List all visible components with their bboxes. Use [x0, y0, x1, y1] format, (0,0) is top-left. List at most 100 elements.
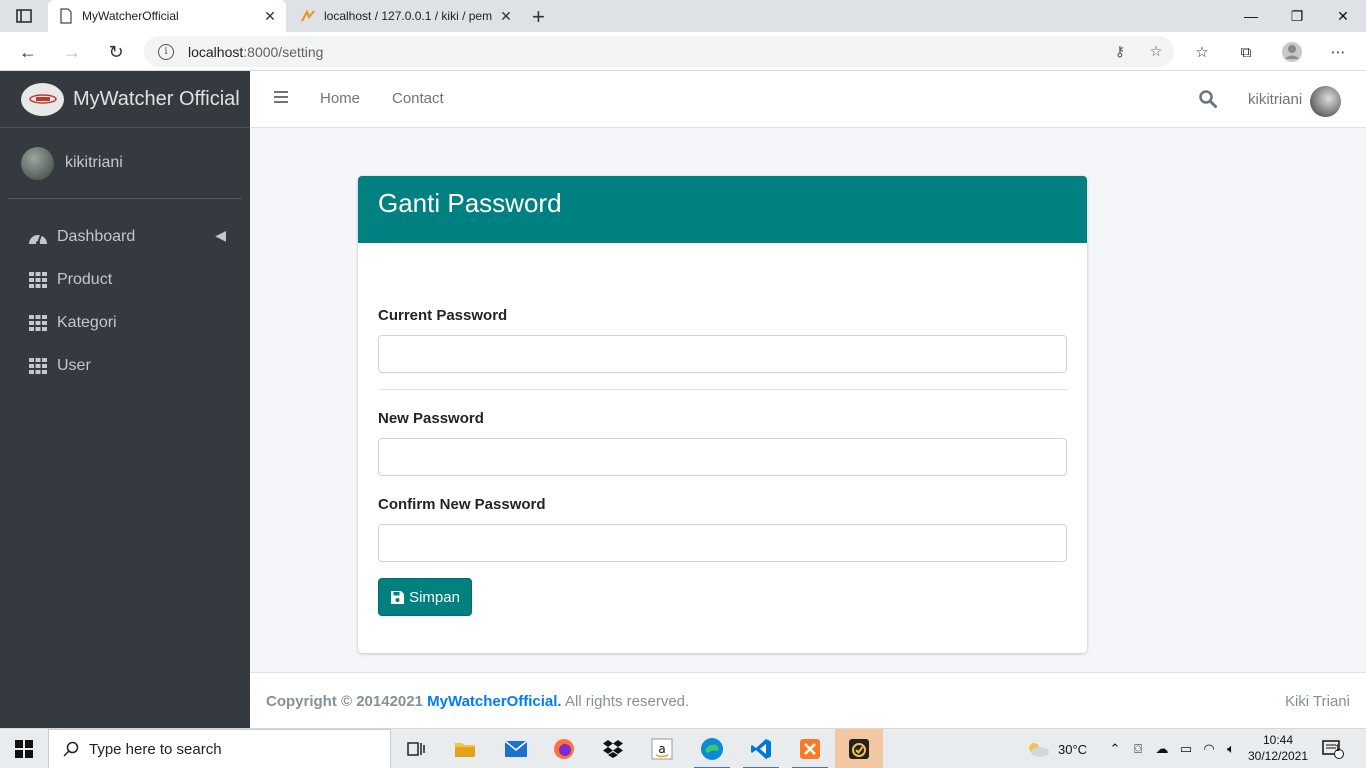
- sidebar: MyWatcher Official kikitriani Dashboard …: [0, 71, 250, 728]
- minimize-icon[interactable]: —: [1228, 0, 1274, 32]
- weather-widget[interactable]: 30°C: [1026, 729, 1087, 768]
- notifications-count: 1: [1335, 743, 1341, 753]
- navbar-username[interactable]: kikitriani: [1248, 91, 1302, 108]
- hamburger-menu-icon[interactable]: [274, 91, 288, 105]
- mail-icon[interactable]: [492, 729, 540, 768]
- copyright-prefix: Copyright © 20142021: [266, 693, 423, 710]
- clock-date: 30/12/2021: [1247, 749, 1309, 763]
- tab-title: MyWatcherOfficial: [82, 9, 179, 23]
- grid-icon: [28, 357, 48, 375]
- current-password-input[interactable]: [378, 335, 1067, 373]
- sidebar-item-kategori[interactable]: Kategori: [0, 301, 250, 344]
- edge-icon[interactable]: [688, 729, 736, 768]
- tray-icons: ⌃ ⌼ ☁ ▭ ◠ 🔈︎: [1104, 729, 1242, 768]
- taskbar-search-input[interactable]: Type here to search: [48, 729, 391, 768]
- svg-text:a: a: [658, 742, 665, 756]
- weather-cloud-icon: [1029, 743, 1049, 757]
- chevron-up-icon[interactable]: ⌃: [1104, 741, 1126, 757]
- save-button[interactable]: Simpan: [378, 578, 472, 616]
- url-path: :8000/setting: [243, 43, 324, 60]
- sidebar-item-label: Dashboard: [57, 227, 136, 245]
- search-icon[interactable]: [1199, 90, 1217, 108]
- windows-start-icon[interactable]: [0, 729, 48, 768]
- meet-now-icon[interactable]: ⌼: [1126, 741, 1150, 757]
- app-check-icon[interactable]: [835, 729, 883, 768]
- wifi-icon[interactable]: ◠: [1198, 741, 1220, 757]
- clock-time: 10:44: [1262, 733, 1294, 747]
- footer-brand-link[interactable]: MyWatcherOfficial.: [427, 693, 561, 710]
- forward-icon[interactable]: →: [60, 40, 84, 64]
- refresh-icon[interactable]: ↻: [104, 40, 128, 64]
- info-icon[interactable]: i: [158, 43, 174, 60]
- tab-actions-icon[interactable]: [10, 7, 38, 25]
- user-panel[interactable]: kikitriani: [8, 128, 242, 199]
- card-title: Ganti Password: [378, 188, 562, 218]
- confirm-password-label: Confirm New Password: [378, 496, 546, 513]
- file-explorer-icon[interactable]: [441, 729, 489, 768]
- firefox-icon[interactable]: [540, 729, 588, 768]
- weather-temp: 30°C: [1058, 741, 1088, 757]
- tab-close-icon[interactable]: ✕: [260, 8, 280, 25]
- collections-icon[interactable]: ⧉: [1234, 40, 1258, 64]
- copyright-suffix: All rights reserved.: [564, 693, 690, 710]
- url-host: localhost: [188, 43, 244, 60]
- sidebar-item-label: Kategori: [57, 313, 117, 331]
- confirm-password-input[interactable]: [378, 524, 1067, 562]
- key-icon[interactable]: ⚷: [1102, 43, 1138, 60]
- sidebar-item-product[interactable]: Product: [0, 258, 250, 301]
- brand-text: MyWatcher Official: [73, 87, 240, 110]
- nav-home-link[interactable]: Home: [320, 90, 360, 107]
- notifications-icon[interactable]: 1: [1322, 729, 1344, 768]
- sidebar-item-dashboard[interactable]: Dashboard ◀: [0, 215, 250, 258]
- sidebar-item-label: Product: [57, 270, 113, 288]
- change-password-card: Ganti Password Current Password New Pass…: [358, 176, 1087, 653]
- favorites-icon[interactable]: ☆: [1190, 40, 1214, 64]
- dropbox-icon[interactable]: [589, 729, 637, 768]
- top-navbar: Home Contact kikitriani: [250, 71, 1366, 128]
- divider: [378, 389, 1067, 390]
- volume-icon[interactable]: 🔈︎: [1220, 741, 1242, 757]
- battery-icon[interactable]: ▭: [1174, 741, 1198, 757]
- task-view-icon[interactable]: [392, 729, 440, 768]
- browser-tab-inactive[interactable]: localhost / 127.0.0.1 / kiki / pem ✕: [290, 0, 522, 32]
- chevron-left-icon: ◀: [215, 227, 226, 243]
- xampp-icon[interactable]: [786, 729, 834, 768]
- amazon-icon[interactable]: a: [638, 729, 686, 768]
- copyright: Copyright © 20142021 MyWatcherOfficial. …: [266, 693, 689, 710]
- grid-icon: [28, 314, 48, 332]
- nav-contact-link[interactable]: Contact: [392, 90, 444, 107]
- save-button-label: Simpan: [409, 588, 460, 606]
- new-tab-icon[interactable]: +: [532, 4, 545, 30]
- sidebar-item-label: User: [57, 356, 91, 374]
- current-password-label: Current Password: [378, 307, 508, 324]
- vscode-icon[interactable]: [737, 729, 785, 768]
- onedrive-icon[interactable]: ☁: [1150, 741, 1174, 757]
- restore-icon[interactable]: ❐: [1274, 0, 1320, 32]
- new-password-input[interactable]: [378, 438, 1067, 476]
- tab-close-icon[interactable]: ✕: [496, 8, 516, 25]
- phpmyadmin-icon: [300, 8, 316, 24]
- taskbar-search-placeholder: Type here to search: [89, 740, 222, 758]
- search-icon: [63, 741, 79, 757]
- more-icon[interactable]: ⋯: [1326, 40, 1350, 64]
- card-header: Ganti Password: [358, 176, 1087, 243]
- profile-icon[interactable]: [1280, 40, 1304, 64]
- back-icon[interactable]: ←: [16, 40, 40, 64]
- sidebar-menu: Dashboard ◀ Product Kategori User: [0, 199, 250, 387]
- sidebar-item-user[interactable]: User: [0, 344, 250, 387]
- avatar: [21, 146, 54, 180]
- avatar[interactable]: [1310, 86, 1341, 117]
- page-icon: [58, 8, 74, 24]
- grid-icon: [28, 271, 48, 289]
- new-password-label: New Password: [378, 410, 484, 427]
- tab-title: localhost / 127.0.0.1 / kiki / pem: [324, 9, 493, 23]
- clock[interactable]: 10:44 30/12/2021: [1246, 732, 1310, 764]
- address-bar: ← → ↻ i localhost:8000/setting ⚷ ☆ ☆ ⧉ ⋯: [0, 32, 1366, 71]
- add-favorite-icon[interactable]: ☆: [1138, 43, 1174, 60]
- url-field[interactable]: i localhost:8000/setting ⚷ ☆: [144, 36, 1174, 67]
- close-window-icon[interactable]: ✕: [1320, 0, 1366, 32]
- save-icon: [391, 590, 405, 604]
- footer: Copyright © 20142021 MyWatcherOfficial. …: [250, 672, 1366, 728]
- browser-tab-active[interactable]: MyWatcherOfficial ✕: [48, 0, 286, 32]
- brand-link[interactable]: MyWatcher Official: [0, 71, 250, 128]
